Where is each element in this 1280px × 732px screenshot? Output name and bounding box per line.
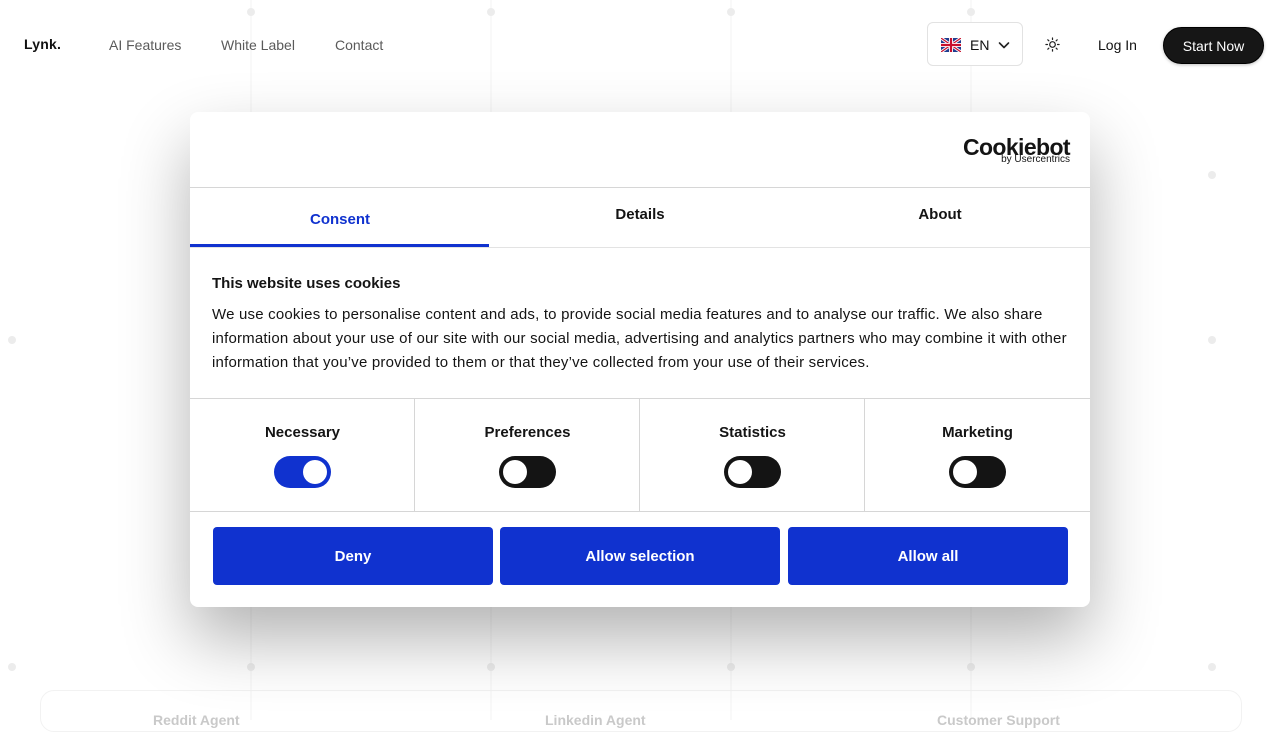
uk-flag-icon: [941, 38, 961, 52]
nav-link-ai-features[interactable]: AI Features: [109, 37, 181, 53]
category-label: Statistics: [719, 424, 786, 441]
nav-link-contact[interactable]: Contact: [335, 37, 383, 53]
site-logo[interactable]: Lynk.: [24, 36, 61, 52]
background-card-label: Reddit Agent: [153, 712, 240, 728]
background-card-label: Linkedin Agent: [545, 712, 646, 728]
category-marketing: Marketing: [865, 399, 1090, 511]
site-header: Lynk. AI Features White Label Contact EN…: [0, 0, 1280, 88]
category-label: Preferences: [484, 424, 571, 441]
cookie-consent-dialog: Cookiebot by Usercentrics Consent Detail…: [190, 112, 1090, 607]
nav-link-white-label[interactable]: White Label: [221, 37, 295, 53]
category-statistics: Statistics: [640, 399, 865, 511]
category-label: Necessary: [264, 424, 341, 441]
toggle-knob: [953, 460, 977, 484]
preferences-toggle[interactable]: [499, 456, 556, 488]
cookie-dialog-title: This website uses cookies: [212, 275, 401, 292]
language-selector[interactable]: EN: [927, 22, 1023, 66]
category-preferences: Preferences: [415, 399, 640, 511]
tab-about[interactable]: About: [790, 184, 1090, 244]
divider: [190, 511, 1090, 512]
tab-details[interactable]: Details: [490, 184, 790, 244]
chevron-down-icon: [998, 42, 1010, 49]
category-necessary: Necessary: [190, 399, 415, 511]
allow-all-button[interactable]: Allow all: [788, 527, 1068, 585]
toggle-knob: [503, 460, 527, 484]
login-link[interactable]: Log In: [1098, 37, 1137, 53]
allow-selection-button[interactable]: Allow selection: [500, 527, 780, 585]
language-code: EN: [970, 37, 990, 53]
toggle-knob: [728, 460, 752, 484]
deny-button[interactable]: Deny: [213, 527, 493, 585]
sun-icon[interactable]: [1045, 37, 1060, 52]
toggle-knob: [303, 460, 327, 484]
start-now-button[interactable]: Start Now: [1163, 27, 1264, 64]
necessary-toggle[interactable]: [274, 456, 331, 488]
statistics-toggle[interactable]: [724, 456, 781, 488]
marketing-toggle[interactable]: [949, 456, 1006, 488]
cookiebot-logo: Cookiebot by Usercentrics: [963, 134, 1071, 168]
cookiebot-logo-sub: by Usercentrics: [1001, 154, 1070, 165]
category-label: Marketing: [942, 424, 1013, 441]
tab-consent[interactable]: Consent: [190, 188, 490, 248]
divider: [190, 247, 1090, 248]
background-card-label: Customer Support: [937, 712, 1060, 728]
cookie-dialog-description: We use cookies to personalise content an…: [212, 306, 1067, 371]
